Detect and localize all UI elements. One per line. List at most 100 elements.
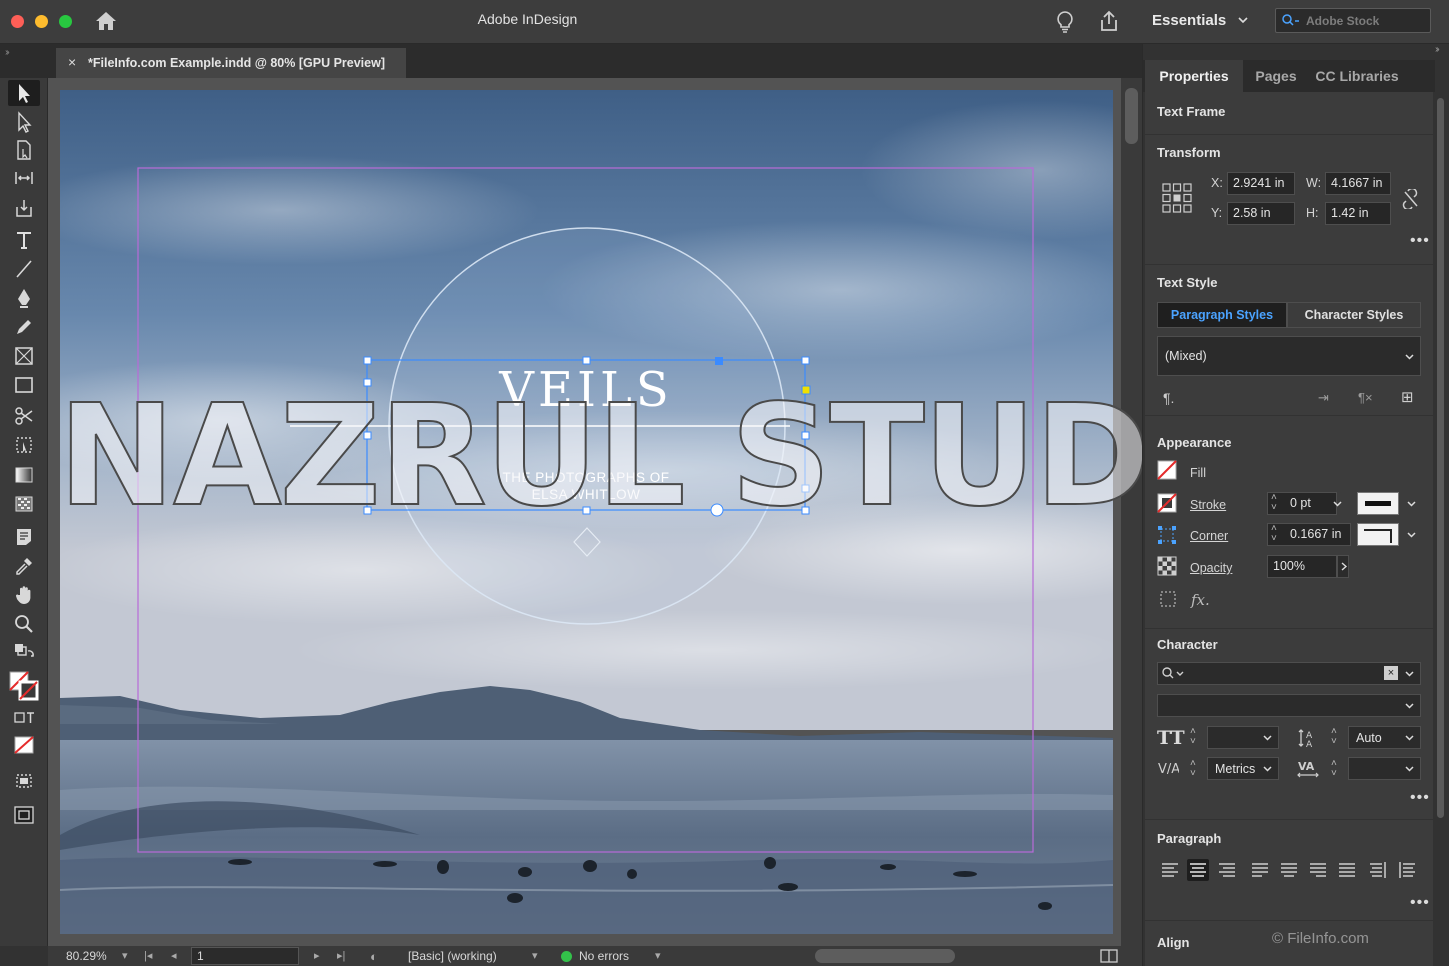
pen-tool-icon[interactable]	[8, 285, 40, 311]
justify-left-icon[interactable]	[1249, 859, 1271, 881]
paragraph-more-icon[interactable]: •••	[1410, 894, 1430, 912]
zoom-tool-icon[interactable]	[8, 611, 40, 637]
free-transform-tool-icon[interactable]	[8, 432, 40, 458]
stroke-weight-stepper-icon[interactable]: ˄ ˅	[1271, 493, 1277, 513]
create-style-icon[interactable]: ⇥	[1318, 390, 1329, 406]
transform-more-icon[interactable]: •••	[1410, 232, 1430, 250]
align-away-from-spine-icon[interactable]	[1396, 859, 1418, 881]
horizontal-scroll-thumb[interactable]	[815, 949, 955, 963]
height-field[interactable]: 1.42 in	[1325, 202, 1391, 225]
first-page-icon[interactable]: |◂	[144, 949, 152, 962]
kerning-dropdown[interactable]: Metrics	[1207, 757, 1279, 780]
clear-overrides-icon[interactable]: ¶×	[1358, 390, 1373, 405]
page-number-field[interactable]: 1	[191, 947, 299, 965]
constrain-proportions-icon[interactable]	[1402, 189, 1420, 209]
character-styles-toggle[interactable]: Character Styles	[1287, 302, 1421, 328]
justify-center-icon[interactable]	[1278, 859, 1300, 881]
rectangle-tool-icon[interactable]	[8, 372, 40, 398]
effects-icon[interactable]: fx.	[1191, 591, 1210, 609]
align-toward-spine-icon[interactable]	[1367, 859, 1389, 881]
preflight-profile[interactable]: [Basic] (working)	[408, 949, 497, 963]
screen-mode-icon[interactable]	[8, 802, 40, 828]
hand-tool-icon[interactable]	[8, 582, 40, 608]
panel-scroll-thumb[interactable]	[1437, 98, 1444, 818]
leading-dropdown[interactable]: Auto	[1348, 726, 1421, 749]
note-tool-icon[interactable]	[8, 524, 40, 550]
font-family-dropdown[interactable]: ×	[1157, 662, 1421, 685]
share-icon[interactable]	[1098, 10, 1120, 32]
text-frame-options-icon[interactable]	[1159, 590, 1177, 608]
tracking-stepper-icon[interactable]: ˄ ˅	[1331, 759, 1337, 779]
align-left-icon[interactable]	[1159, 859, 1181, 881]
clear-font-icon[interactable]: ×	[1384, 666, 1398, 680]
preflight-errors[interactable]: No errors	[579, 949, 629, 963]
stroke-swatch-icon[interactable]	[1157, 493, 1177, 513]
corner-shape-chevron-icon[interactable]	[1406, 529, 1417, 540]
stroke-type-swatch[interactable]	[1357, 492, 1399, 515]
gradient-swatch-tool-icon[interactable]	[8, 462, 40, 488]
paragraph-styles-toggle[interactable]: Paragraph Styles	[1157, 302, 1287, 328]
lightbulb-icon[interactable]	[1055, 10, 1075, 34]
direct-selection-tool-icon[interactable]	[8, 109, 40, 135]
fill-stroke-swatch-icon[interactable]	[8, 669, 40, 703]
swap-fill-stroke-icon[interactable]	[8, 639, 40, 665]
stroke-label[interactable]: Stroke	[1190, 498, 1226, 512]
collapse-panel-icon[interactable]: ››	[1435, 44, 1439, 55]
corner-options-icon[interactable]	[1157, 525, 1177, 545]
content-collector-icon[interactable]	[8, 195, 40, 221]
line-tool-icon[interactable]	[8, 256, 40, 282]
last-page-icon[interactable]: ▸|	[337, 949, 345, 962]
close-tab-icon[interactable]: ×	[68, 54, 76, 70]
zoom-dropdown-chevron-icon[interactable]: ▾	[122, 949, 128, 962]
kerning-stepper-icon[interactable]: ˄ ˅	[1190, 759, 1196, 779]
workspace-switcher[interactable]: Essentials	[1152, 12, 1226, 29]
stroke-weight-field[interactable]: 0 pt	[1267, 492, 1337, 515]
y-position-field[interactable]: 2.58 in	[1227, 202, 1295, 225]
document-tab[interactable]: × *FileInfo.com Example.indd @ 80% [GPU …	[56, 48, 406, 78]
preflight-icon[interactable]: ◐	[370, 949, 378, 964]
gradient-feather-tool-icon[interactable]	[8, 491, 40, 517]
align-center-icon[interactable]	[1187, 859, 1209, 881]
reference-point-icon[interactable]	[1161, 182, 1193, 214]
vertical-scroll-thumb[interactable]	[1125, 88, 1138, 144]
tab-cc-libraries[interactable]: CC Libraries	[1309, 60, 1405, 92]
font-size-dropdown[interactable]	[1207, 726, 1279, 749]
corner-shape-swatch[interactable]	[1357, 523, 1399, 546]
leading-stepper-icon[interactable]: ˄ ˅	[1331, 727, 1337, 747]
character-more-icon[interactable]: •••	[1410, 789, 1430, 807]
eyedropper-tool-icon[interactable]	[8, 553, 40, 579]
opacity-label[interactable]: Opacity	[1190, 561, 1232, 575]
page-tool-icon[interactable]	[8, 137, 40, 163]
next-page-icon[interactable]: ▸	[314, 949, 320, 962]
preflight-profile-chevron-icon[interactable]: ▾	[532, 949, 538, 962]
justify-all-icon[interactable]	[1336, 859, 1358, 881]
previous-page-icon[interactable]: ◂	[171, 949, 177, 962]
tab-pages[interactable]: Pages	[1243, 60, 1309, 92]
stroke-type-chevron-icon[interactable]	[1406, 498, 1417, 509]
font-style-dropdown[interactable]	[1157, 694, 1421, 717]
new-style-icon[interactable]: ⊞	[1401, 388, 1414, 406]
errors-chevron-icon[interactable]: ▾	[655, 949, 661, 962]
corner-label[interactable]: Corner	[1190, 529, 1228, 543]
font-size-stepper-icon[interactable]: ˄ ˅	[1190, 727, 1196, 747]
rectangle-frame-tool-icon[interactable]	[8, 343, 40, 369]
zoom-level[interactable]: 80.29%	[66, 949, 107, 963]
gap-tool-icon[interactable]	[8, 165, 40, 191]
opacity-field[interactable]: 100%	[1267, 555, 1337, 578]
collapse-toolbar-icon[interactable]: ››	[5, 47, 9, 58]
apply-none-icon[interactable]	[8, 732, 40, 758]
panel-scrollbar[interactable]	[1435, 94, 1447, 818]
scissors-tool-icon[interactable]	[8, 403, 40, 429]
corner-size-field[interactable]: 0.1667 in	[1267, 523, 1351, 546]
width-field[interactable]: 4.1667 in	[1325, 172, 1391, 195]
pilcrow-icon[interactable]: ¶.	[1163, 390, 1174, 406]
paragraph-style-dropdown[interactable]: (Mixed)	[1157, 336, 1421, 376]
corner-size-stepper-icon[interactable]: ˄ ˅	[1271, 524, 1277, 544]
tracking-dropdown[interactable]	[1348, 757, 1421, 780]
justify-right-icon[interactable]	[1307, 859, 1329, 881]
align-right-icon[interactable]	[1216, 859, 1238, 881]
tab-properties[interactable]: Properties	[1145, 60, 1243, 92]
fill-swatch-icon[interactable]	[1157, 460, 1177, 480]
pencil-tool-icon[interactable]	[8, 314, 40, 340]
x-position-field[interactable]: 2.9241 in	[1227, 172, 1295, 195]
